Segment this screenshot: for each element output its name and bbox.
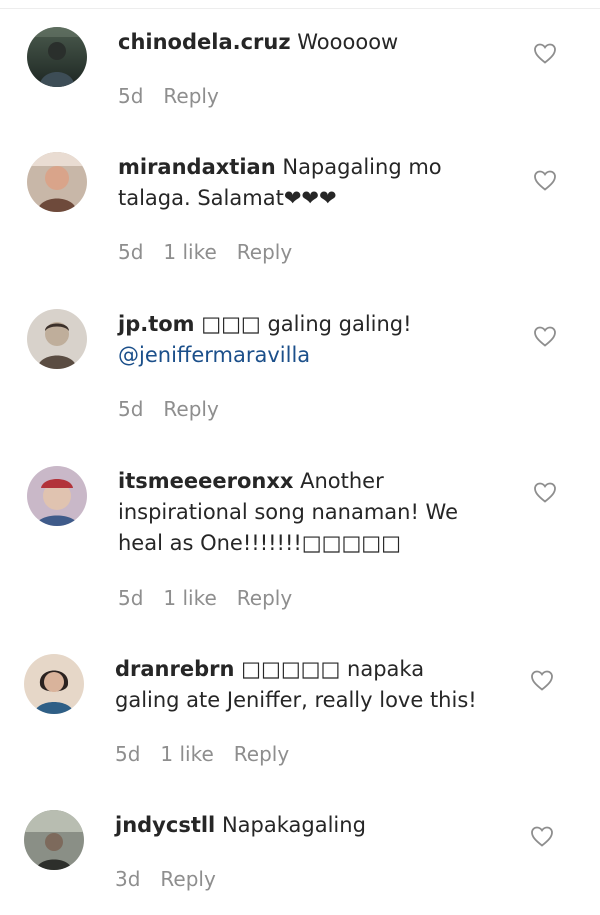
comment-username[interactable]: mirandaxtian (118, 155, 276, 179)
comment-username[interactable]: itsmeeeeronxx (118, 469, 293, 493)
comment-text: mirandaxtian Napagaling mo talaga. Salam… (118, 152, 493, 214)
avatar[interactable] (27, 466, 87, 526)
comment-age: 3d (115, 867, 141, 891)
reply-button[interactable]: Reply (237, 586, 292, 610)
comment-message: Wooooow (297, 30, 399, 54)
comment-age: 5d (118, 240, 144, 264)
top-divider (0, 8, 600, 9)
avatar[interactable] (27, 27, 87, 87)
comment-text: chinodela.cruz Wooooow (118, 27, 493, 58)
comment-message: Napakagaling (221, 813, 366, 837)
comment-text: jndycstll Napakagaling (115, 810, 490, 841)
comment-text: jp.tom □□□ galing galing! @jeniffermarav… (118, 309, 493, 371)
comment-like-count[interactable]: 1 like (163, 240, 216, 264)
comment-username[interactable]: jp.tom (118, 312, 195, 336)
comment-username[interactable]: chinodela.cruz (118, 30, 291, 54)
heart-outline-icon[interactable] (530, 669, 554, 691)
comment-age: 5d (118, 397, 144, 421)
reply-button[interactable]: Reply (163, 397, 218, 421)
comment-meta: 3d Reply (115, 867, 236, 891)
comment-message: □□□ galing galing! (201, 312, 412, 336)
comment-meta: 5d 1 like Reply (118, 240, 312, 264)
comment-age: 5d (118, 84, 144, 108)
heart-outline-icon[interactable] (530, 825, 554, 847)
reply-button[interactable]: Reply (160, 867, 215, 891)
mention-link[interactable]: @jeniffermaravilla (118, 343, 310, 367)
comment-meta: 5d 1 like Reply (115, 742, 309, 766)
comment-username[interactable]: dranrebrn (115, 657, 234, 681)
comment-age: 5d (118, 586, 144, 610)
comment-text: itsmeeeeronxx Another inspirational song… (118, 466, 493, 559)
heart-outline-icon[interactable] (533, 42, 557, 64)
reply-button[interactable]: Reply (163, 84, 218, 108)
avatar[interactable] (27, 309, 87, 369)
comment-meta: 5d Reply (118, 84, 239, 108)
avatar[interactable] (24, 654, 84, 714)
comment-text: dranrebrn □□□□□ napaka galing ate Jeniff… (115, 654, 490, 716)
heart-outline-icon[interactable] (533, 169, 557, 191)
comment-age: 5d (115, 742, 141, 766)
comment-meta: 5d Reply (118, 397, 239, 421)
comment-username[interactable]: jndycstll (115, 813, 215, 837)
heart-outline-icon[interactable] (533, 481, 557, 503)
comments-feed: chinodela.cruz Wooooow 5d Reply mirandaxt… (0, 0, 600, 915)
heart-outline-icon[interactable] (533, 325, 557, 347)
reply-button[interactable]: Reply (237, 240, 292, 264)
comment-like-count[interactable]: 1 like (160, 742, 213, 766)
comment-like-count[interactable]: 1 like (163, 586, 216, 610)
comment-meta: 5d 1 like Reply (118, 586, 312, 610)
reply-button[interactable]: Reply (234, 742, 289, 766)
avatar[interactable] (27, 152, 87, 212)
avatar[interactable] (24, 810, 84, 870)
